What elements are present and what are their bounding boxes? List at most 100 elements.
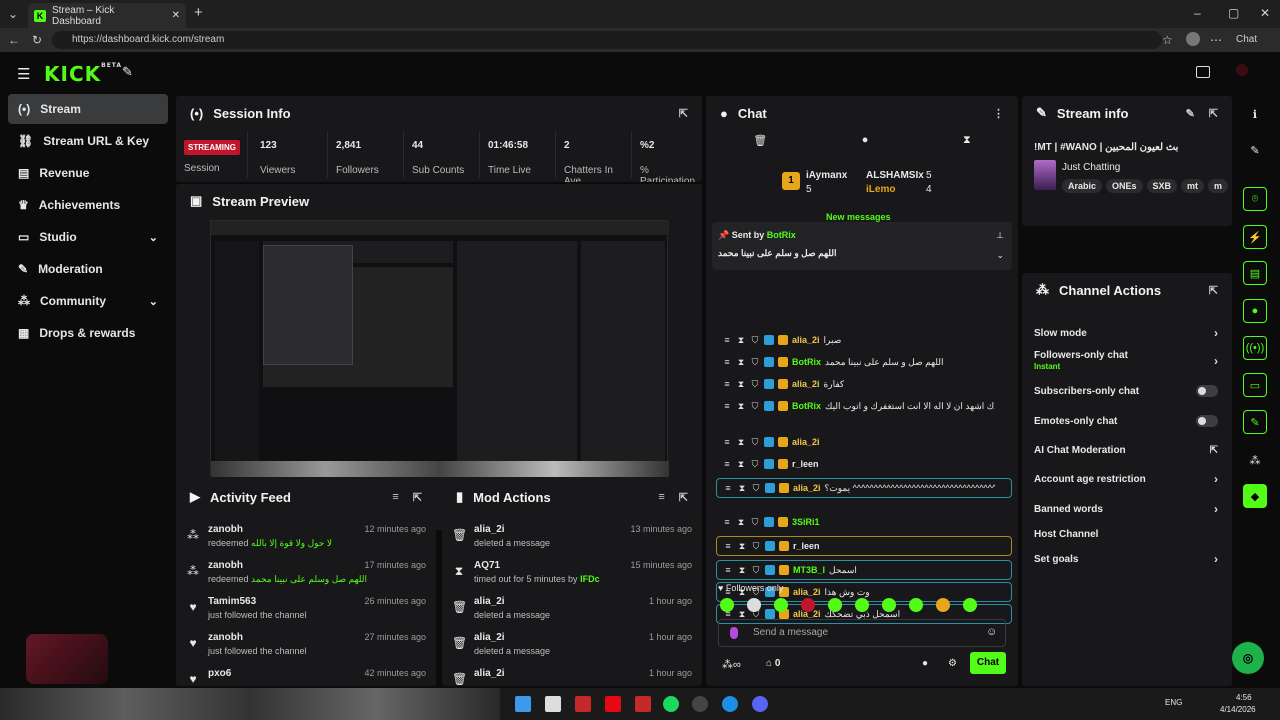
- windows-start-icon[interactable]: [515, 696, 531, 712]
- sidebar-item-stream[interactable]: (•) Stream: [8, 94, 168, 124]
- chat-message[interactable]: ≡ ⧗ ⛉ MT3B_l اسمحل: [716, 560, 1012, 580]
- delete-message-icon[interactable]: ≡: [723, 483, 733, 493]
- toggle-switch[interactable]: [1196, 385, 1218, 397]
- app-icon[interactable]: [575, 696, 591, 712]
- copilot-button[interactable]: Chat: [1236, 33, 1257, 47]
- maximize-icon[interactable]: ▢: [1228, 6, 1239, 20]
- ban-icon[interactable]: ⛉: [750, 437, 760, 448]
- file-explorer-icon[interactable]: [545, 696, 561, 712]
- ban-icon[interactable]: ⛉: [750, 335, 760, 346]
- minimize-icon[interactable]: –: [1194, 6, 1201, 20]
- info-icon[interactable]: ℹ: [1243, 102, 1267, 126]
- delete-message-icon[interactable]: ≡: [723, 565, 733, 575]
- ban-icon[interactable]: ⛉: [750, 459, 760, 470]
- edit-icon[interactable]: ✎: [1186, 107, 1195, 120]
- discord-icon[interactable]: [752, 696, 768, 712]
- close-window-icon[interactable]: ✕: [1260, 6, 1270, 20]
- reload-icon[interactable]: ↻: [32, 33, 42, 47]
- chat-bubble-icon[interactable]: ●: [922, 658, 928, 669]
- chat-message[interactable]: ≡ ⧗ ⛉ alia_2i صبرا: [716, 330, 1012, 350]
- timeout-icon[interactable]: ⧗: [736, 459, 746, 470]
- timeout-icon[interactable]: ⧗: [737, 541, 747, 552]
- language-indicator[interactable]: ENG: [1165, 698, 1182, 707]
- user-avatar[interactable]: [1236, 64, 1248, 76]
- chat-input[interactable]: Send a message: [718, 619, 1006, 647]
- popout-icon[interactable]: ⇱: [1209, 284, 1218, 297]
- delete-message-icon[interactable]: ≡: [722, 401, 732, 411]
- more-icon[interactable]: ⋯: [1210, 33, 1222, 47]
- ai-moderation-setting[interactable]: AI Chat Moderation ⇱: [1034, 440, 1218, 460]
- sidebar-item-achievements[interactable]: ♛ Achievements: [8, 190, 168, 220]
- support-icon[interactable]: ◎: [1232, 642, 1264, 674]
- popout-icon[interactable]: ⇱: [679, 107, 688, 120]
- chat-message[interactable]: ≡ ⧗ ⛉ alia_2i كفارة: [716, 374, 1012, 394]
- media-icon[interactable]: ▭: [1243, 373, 1267, 397]
- timeout-icon[interactable]: ⧗: [737, 483, 747, 494]
- chat-message[interactable]: ≡ ⧗ ⛉ BotRix سبحانك اللهم و بحمدك اشهد ان لا…: [716, 396, 1012, 416]
- ban-icon[interactable]: ⛉: [750, 379, 760, 390]
- timeout-icon[interactable]: ⧗: [736, 335, 746, 346]
- send-chat-button[interactable]: Chat: [970, 652, 1006, 674]
- broadcast-icon[interactable]: ((•)): [1243, 336, 1267, 360]
- chat-username[interactable]: alia_2i: [792, 379, 820, 389]
- timeout-icon[interactable]: ⧗: [736, 437, 746, 448]
- ban-icon[interactable]: ⛉: [751, 565, 761, 576]
- community-icon[interactable]: ⁂: [1243, 448, 1267, 472]
- screenshot-icon[interactable]: ⌾: [1243, 187, 1267, 211]
- chat-message[interactable]: ≡ ⧗ ⛉ r_leen: [716, 536, 1012, 556]
- obs-icon[interactable]: [692, 696, 708, 712]
- delete-message-icon[interactable]: ≡: [722, 517, 732, 527]
- ban-icon[interactable]: ⛉: [751, 483, 761, 494]
- chat-username[interactable]: r_leen: [792, 459, 819, 469]
- ban-icon[interactable]: ⛉: [750, 401, 760, 412]
- chat-bubble-icon[interactable]: ●: [1243, 299, 1267, 323]
- favorites-icon[interactable]: ☆: [1162, 33, 1173, 47]
- new-messages-divider[interactable]: New messages: [826, 212, 891, 222]
- emoji-icon[interactable]: ☺: [986, 626, 997, 638]
- chat-username[interactable]: BotRix: [792, 401, 821, 411]
- close-tab-icon[interactable]: ✕: [172, 10, 180, 21]
- delete-message-icon[interactable]: ≡: [722, 379, 732, 389]
- pin-toggle-icon[interactable]: ⊥: [996, 230, 1004, 241]
- mic-icon[interactable]: [730, 627, 738, 639]
- chat-message[interactable]: ≡ ⧗ ⛉ alia_2i: [716, 432, 1012, 452]
- popout-icon[interactable]: ⇱: [1209, 107, 1218, 120]
- chat-message[interactable]: ≡ ⧗ ⛉ alia_2i يموت؟ ^^^^^^^^^^^^^^^^^^^^^^^^…: [716, 478, 1012, 498]
- timeout-icon[interactable]: ⧗: [737, 565, 747, 576]
- delete-message-icon[interactable]: ≡: [722, 459, 732, 469]
- app-icon[interactable]: ◆: [1243, 484, 1267, 508]
- trash-icon[interactable]: 🗑: [753, 134, 767, 156]
- timeout-icon[interactable]: ⧗: [736, 517, 746, 528]
- category-name[interactable]: Just Chatting: [1062, 162, 1120, 173]
- kick-logo[interactable]: KICKBETA: [44, 62, 122, 86]
- emote-bar[interactable]: [720, 598, 1010, 614]
- chat-message[interactable]: ≡ ⧗ ⛉ BotRix اللهم صل و سلم على نبينا محمد: [716, 352, 1012, 372]
- clock-date[interactable]: 4/14/2026: [1220, 705, 1256, 714]
- sidebar-item-drops-rewards[interactable]: ▦ Drops & rewards: [8, 318, 168, 348]
- tools-icon[interactable]: ✎: [122, 64, 133, 80]
- new-tab-icon[interactable]: +: [194, 5, 203, 20]
- chat-message[interactable]: ≡ ⧗ ⛉ r_leen: [716, 454, 1012, 474]
- sidebar-item-moderation[interactable]: ✎ Moderation: [8, 254, 168, 284]
- chat-username[interactable]: alia_2i: [793, 483, 821, 493]
- netflix-icon[interactable]: [605, 696, 621, 712]
- slow-mode-setting[interactable]: Slow mode ›: [1034, 323, 1218, 343]
- host-channel-setting[interactable]: Host Channel: [1034, 524, 1218, 544]
- edit-icon[interactable]: ✎: [1243, 138, 1267, 162]
- spotify-icon[interactable]: [663, 696, 679, 712]
- sidebar-item-stream-url-key[interactable]: ⛓ Stream URL & Key: [8, 126, 168, 156]
- ban-icon[interactable]: ⛉: [750, 357, 760, 368]
- popout-icon[interactable]: ⇱: [413, 491, 422, 504]
- delete-message-icon[interactable]: ≡: [723, 541, 733, 551]
- address-field[interactable]: https://dashboard.kick.com/stream: [52, 31, 1162, 49]
- ban-icon[interactable]: ⛉: [751, 541, 761, 552]
- tab-list-icon[interactable]: ⌄: [8, 7, 18, 21]
- community-icon[interactable]: ⁂∞: [722, 658, 741, 671]
- chat-username[interactable]: BotRix: [792, 357, 821, 367]
- chat-username[interactable]: alia_2i: [792, 437, 820, 447]
- lightning-icon[interactable]: ⚡: [1243, 225, 1267, 249]
- wrench-icon[interactable]: ✎: [1243, 410, 1267, 434]
- timeout-icon[interactable]: ⧗: [736, 379, 746, 390]
- gear-icon[interactable]: ⚙: [948, 658, 957, 669]
- chat-username[interactable]: r_leen: [793, 541, 820, 551]
